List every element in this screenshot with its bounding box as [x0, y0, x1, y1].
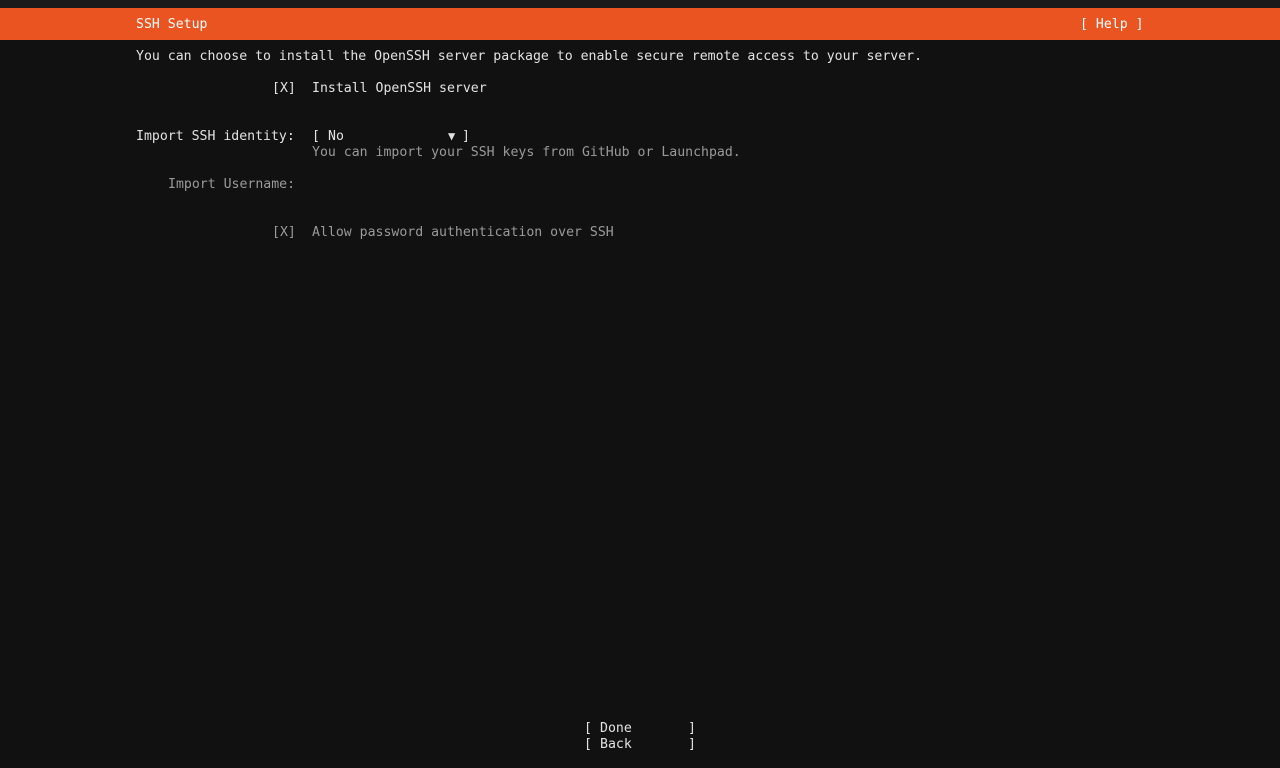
import-identity-hint: You can import your SSH keys from GitHub…: [312, 145, 741, 160]
dropdown-close-bracket: ]: [462, 129, 470, 144]
chevron-down-icon: ▼: [448, 129, 456, 143]
done-label: Done: [600, 721, 632, 736]
back-button[interactable]: [ Back ]: [584, 737, 700, 753]
back-open-bracket: [: [584, 737, 592, 752]
import-identity-label: Import SSH identity:: [136, 129, 295, 144]
title-bar: SSH Setup [ Help ]: [0, 8, 1280, 40]
back-close-bracket: ]: [688, 737, 696, 752]
dropdown-open-bracket: [: [312, 129, 320, 144]
import-identity-dropdown[interactable]: [ No ▼ ]: [312, 129, 476, 145]
allow-password-checkbox: [X]: [272, 225, 296, 240]
top-band: [0, 0, 1280, 8]
done-close-bracket: ]: [688, 721, 696, 736]
import-username-field: [312, 177, 712, 193]
install-openssh-label: Install OpenSSH server: [312, 81, 487, 96]
back-label: Back: [600, 737, 632, 752]
allow-password-label: Allow password authentication over SSH: [312, 225, 614, 240]
import-username-label: Import Username:: [168, 177, 296, 192]
install-openssh-checkbox-row[interactable]: [X] Install OpenSSH server: [272, 81, 502, 97]
allow-password-checkbox-row: [X] Allow password authentication over S…: [272, 225, 622, 241]
install-openssh-checkbox[interactable]: [X]: [272, 81, 296, 97]
dropdown-value: No: [328, 129, 344, 144]
done-button[interactable]: [ Done ]: [584, 721, 700, 737]
page-title: SSH Setup: [136, 17, 208, 32]
help-button[interactable]: [ Help ]: [1080, 17, 1144, 33]
done-open-bracket: [: [584, 721, 592, 736]
intro-text: You can choose to install the OpenSSH se…: [136, 49, 923, 64]
